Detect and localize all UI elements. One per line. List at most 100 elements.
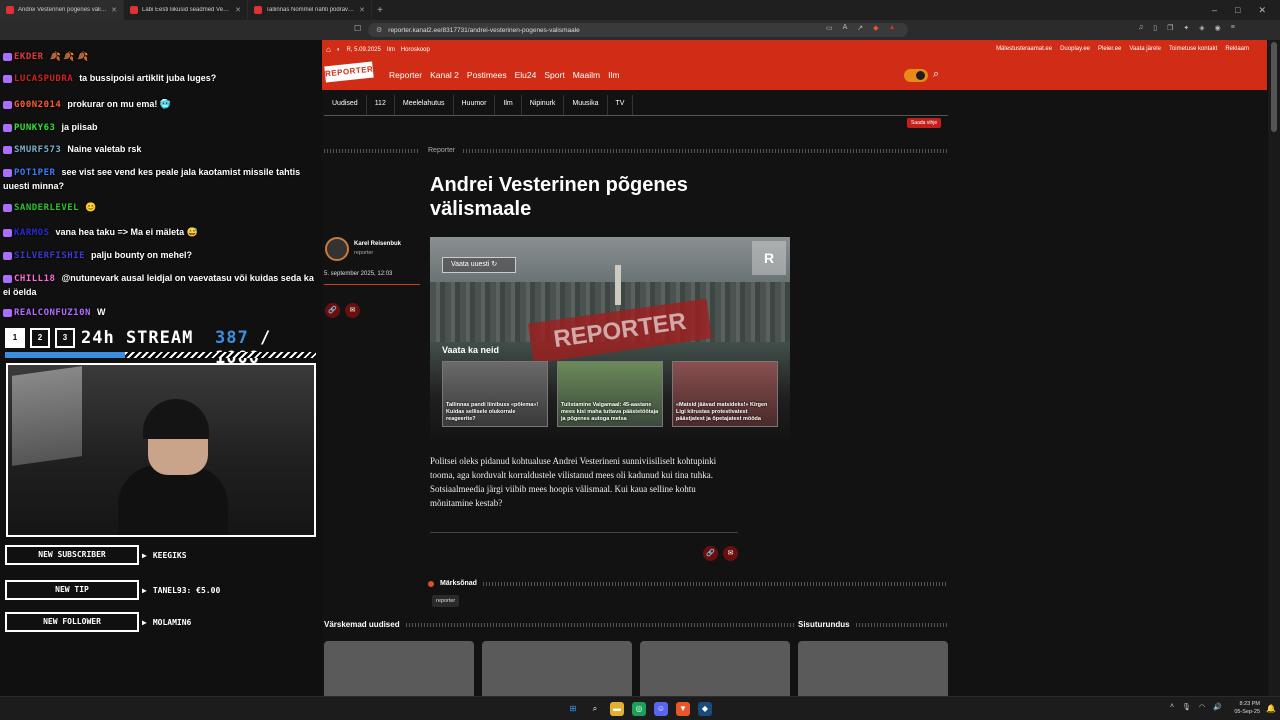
search-icon[interactable]: ⌕ [933, 68, 939, 81]
wallet-icon[interactable]: ◈ [1199, 24, 1204, 32]
news-card[interactable] [324, 641, 474, 701]
sub-nav-item[interactable]: Ilm [495, 95, 522, 115]
copy-icon[interactable]: ❐ [1167, 24, 1173, 32]
wifi-icon[interactable]: ◠ [1199, 703, 1205, 711]
site-logo[interactable]: REPORTER [324, 61, 374, 83]
tab-close-icon[interactable]: ✕ [235, 6, 241, 14]
send-tip-button[interactable]: Saada vihje [907, 118, 942, 128]
tags-header: Märksõnad [428, 580, 948, 587]
stream-goal-count: 387 / 1000 [215, 328, 272, 368]
author-name[interactable]: Karel Reisenbuk [354, 241, 401, 247]
sub-nav-item[interactable]: Meelelahutus [395, 95, 454, 115]
header-toplink[interactable]: Duoplay.ee [1060, 46, 1090, 52]
tray-chevron-icon[interactable]: ˄ [1170, 703, 1174, 711]
extensions-icon[interactable]: ✦ [1183, 24, 1189, 32]
page-scrollbar[interactable] [1268, 40, 1280, 696]
related-video-card[interactable]: Tallinnas pandi liinibuss «põlema»! Kuid… [442, 361, 548, 427]
search-taskbar-icon[interactable]: ⌕ [588, 702, 602, 716]
sidebar-icon[interactable]: ▯ [1153, 24, 1157, 32]
app-icon[interactable]: ◎ [632, 702, 646, 716]
main-nav-item[interactable]: Kanal 2 [430, 70, 459, 80]
cast-icon[interactable]: ▭ [826, 24, 833, 32]
maximize-button[interactable]: □ [1235, 5, 1240, 16]
sub-nav-item[interactable]: Nipinurk [522, 95, 565, 115]
chat-message: PUNKY63 ja piisab [3, 121, 319, 135]
header-toplink[interactable]: Vaata järele [1129, 46, 1161, 52]
scrollbar-thumb[interactable] [1271, 42, 1277, 132]
header-toplink[interactable]: Toimetuse kontakt [1169, 46, 1217, 52]
vpn-icon[interactable]: ◉ [1215, 24, 1221, 32]
discord-icon[interactable]: ☺ [654, 702, 668, 716]
browser-tab[interactable]: Läbi Eesti liikusid seadmed Venemaa ✕ [124, 0, 248, 20]
header-toplink[interactable]: Reklaam [1225, 46, 1249, 52]
translate-icon[interactable]: A [843, 24, 848, 32]
bookmark-icon[interactable]: ☐ [354, 24, 361, 33]
taskbar: ⊞ ⌕ ▬ ◎ ☺ ▼ ◆ ˄ 🎙 ◠ 🔊 8:23 PM 05-Sep-25 … [0, 696, 1280, 720]
start-icon[interactable]: ⊞ [566, 702, 580, 716]
browser-tab[interactable]: Tallinnas Nõmmel nähti põdravasikat ✕ [248, 0, 372, 20]
topline-link-weather[interactable]: Ilm [387, 47, 395, 53]
theme-toggle[interactable] [904, 69, 928, 82]
menu-icon[interactable]: ≡ [1231, 24, 1235, 32]
news-card[interactable] [798, 641, 948, 701]
music-icon[interactable]: ♫ [1138, 24, 1143, 32]
brave-shield-icon[interactable]: ◆ [873, 24, 878, 32]
chat-badge-icon [3, 274, 12, 283]
email-share-icon[interactable]: ✉ [723, 546, 738, 561]
main-nav-item[interactable]: Ilm [608, 70, 619, 80]
sub-nav-item[interactable]: Huumor [454, 95, 496, 115]
chat-username: POT1PER [14, 168, 56, 178]
volume-icon[interactable]: 🔊 [1213, 703, 1222, 711]
chat-username: SANDERLEVEL [14, 203, 80, 213]
sub-nav-item[interactable]: 112 [367, 95, 395, 115]
email-share-icon[interactable]: ✉ [345, 303, 360, 318]
main-nav-item[interactable]: Elu24 [515, 70, 537, 80]
video-player[interactable]: Vaata uuesti ↻ R REPORTER Vaata ka neid … [430, 237, 790, 439]
news-card[interactable] [640, 641, 790, 701]
tab-favicon-icon [254, 6, 262, 14]
main-nav-item[interactable]: Sport [544, 70, 564, 80]
share-icon[interactable]: ↗ [857, 24, 863, 32]
brave-rewards-icon[interactable]: ▲ [889, 24, 896, 32]
copy-link-icon[interactable]: 🔗 [325, 303, 340, 318]
chat-username: EKDER [14, 52, 44, 62]
website: ⌂ ◐ R, 5.09.2025 Ilm Horoskoop Mälestust… [322, 40, 1267, 701]
browser-tab-active[interactable]: Andrei Vesterinen põgenes välism... ✕ [0, 0, 124, 20]
chat-message: EKDER 🍂 🍂 🍂 [3, 50, 319, 64]
mic-icon[interactable]: 🎙 [1182, 703, 1191, 711]
site-info-icon[interactable]: ⚙ [376, 26, 382, 34]
header-toplink[interactable]: Pleier.ee [1098, 46, 1121, 52]
main-nav-item[interactable]: Maailm [573, 70, 600, 80]
related-video-card[interactable]: Tulistamine Valgamaal: 45-aastane mees k… [557, 361, 663, 427]
sub-nav-item[interactable]: TV [608, 95, 634, 115]
system-clock[interactable]: 8:23 PM 05-Sep-25 [1226, 700, 1260, 716]
related-video-card[interactable]: «Matsid jäävad matsideks!» Kirgen Ligi k… [672, 361, 778, 427]
copy-link-icon[interactable]: 🔗 [703, 546, 718, 561]
file-explorer-icon[interactable]: ▬ [610, 702, 624, 716]
url-text[interactable]: reporter.kanal2.ee/8317731/andrei-vester… [388, 27, 580, 34]
new-tab-button[interactable]: + [372, 5, 388, 16]
tag-chip[interactable]: reporter [432, 595, 460, 607]
streamer-headset-shape [143, 399, 209, 439]
chat-message: LUCASPUDRA ta bussipoisi artiklit juba lu… [3, 72, 319, 86]
header-toplink[interactable]: Mälestusteraamat.ee [996, 46, 1052, 52]
sub-nav-item[interactable]: Muusika [564, 95, 608, 115]
news-card[interactable] [482, 641, 632, 701]
main-nav-item[interactable]: Postimees [467, 70, 507, 80]
brave-icon[interactable]: ▼ [676, 702, 690, 716]
watch-again-button[interactable]: Vaata uuesti ↻ [442, 257, 516, 273]
home-icon[interactable]: ⌂ [326, 45, 331, 54]
topline-link-horoscope[interactable]: Horoskoop [401, 47, 430, 53]
toggle-knob [916, 71, 925, 80]
tab-close-icon[interactable]: ✕ [111, 6, 117, 14]
sub-nav-item[interactable]: Uudised [324, 95, 367, 115]
article-headline: Andrei Vesterinen põgenes välismaale [430, 174, 688, 220]
close-window-button[interactable]: ✕ [1258, 5, 1266, 16]
steam-icon[interactable]: ◆ [698, 702, 712, 716]
notifications-icon[interactable]: 🔔 [1266, 704, 1276, 713]
minimize-button[interactable]: – [1212, 5, 1217, 16]
section-name[interactable]: Reporter [428, 147, 455, 154]
main-nav-item[interactable]: Reporter [389, 70, 422, 80]
church-tower-shape [615, 265, 621, 305]
tab-close-icon[interactable]: ✕ [359, 6, 365, 14]
